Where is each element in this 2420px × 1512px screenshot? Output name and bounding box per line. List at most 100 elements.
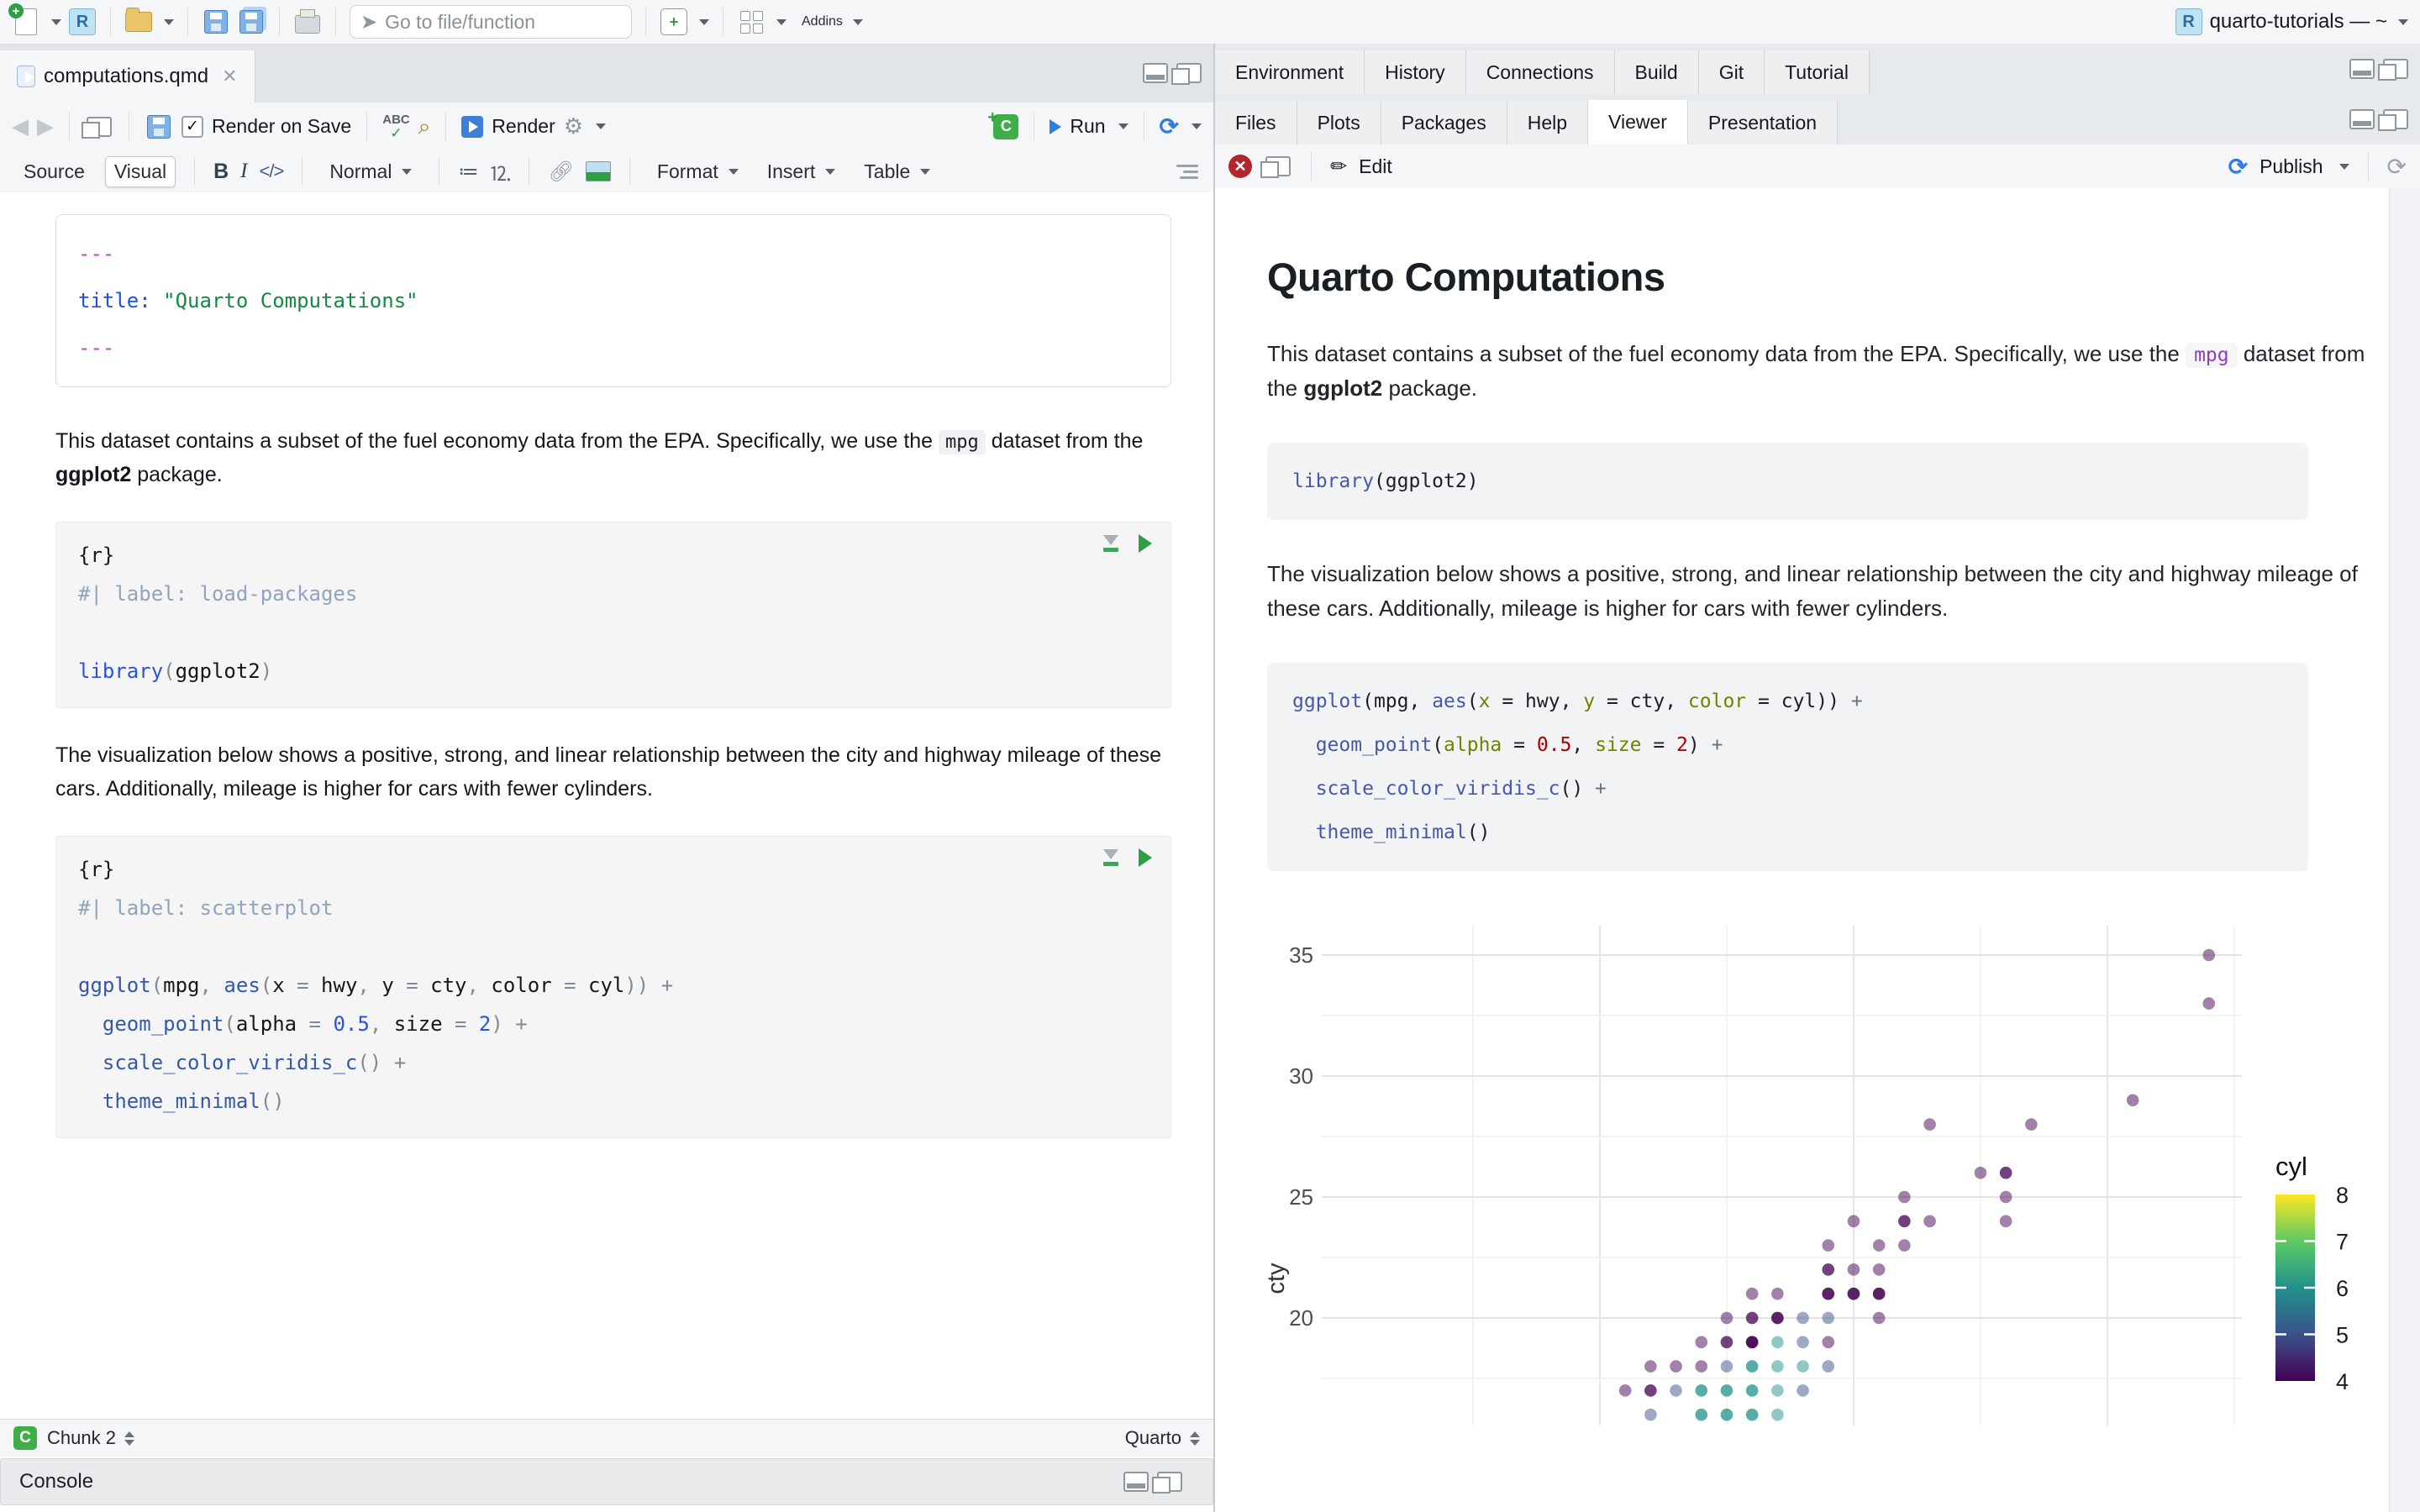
pane-layout-icon[interactable] — [737, 8, 765, 36]
publish-icon[interactable]: ⟳ — [2228, 153, 2248, 181]
console-header[interactable]: Console — [0, 1458, 1213, 1505]
run-chunk-icon[interactable] — [1139, 848, 1152, 867]
tab-presentation[interactable]: Presentation — [1687, 101, 1839, 144]
yaml-block[interactable]: --- title: "Quarto Computations" --- — [55, 214, 1171, 387]
visual-editor-toolbar: Source Visual B I </> Normal ≔ ⒓ 🔗︎ Form… — [0, 150, 1213, 193]
tab-plots[interactable]: Plots — [1297, 101, 1381, 144]
insert-chunk-icon[interactable]: C + — [987, 108, 1019, 139]
svg-text:4: 4 — [2336, 1369, 2349, 1394]
pane-layout-caret[interactable] — [776, 18, 786, 25]
tab-packages[interactable]: Packages — [1381, 101, 1507, 144]
save-doc-icon[interactable] — [145, 113, 173, 141]
svg-text:7: 7 — [2336, 1230, 2349, 1255]
find-replace-icon[interactable]: ⌕ — [418, 113, 431, 140]
source-refresh-caret[interactable] — [1192, 123, 1202, 129]
new-file-icon[interactable]: + — [8, 3, 40, 36]
source-mode-button[interactable]: Source — [15, 157, 93, 186]
tab-connections[interactable]: Connections — [1465, 50, 1615, 94]
close-tab-icon[interactable]: ✕ — [222, 66, 237, 87]
edit-pencil-icon[interactable]: ✏ — [1330, 155, 1347, 179]
paragraph-2[interactable]: The visualization below shows a positive… — [55, 738, 1171, 806]
doc-paragraph-2: The visualization below shows a positive… — [1267, 561, 2358, 622]
format-select-icon[interactable] — [1190, 1431, 1200, 1446]
minimize-console-icon[interactable] — [1123, 1472, 1149, 1492]
chunk-nav-icon[interactable] — [124, 1431, 134, 1446]
tab-computations-qmd[interactable]: computations.qmd ✕ — [0, 50, 255, 102]
bold-icon[interactable]: B — [213, 160, 229, 184]
bullet-list-icon[interactable]: ≔ — [458, 160, 478, 184]
maximize-pane-icon[interactable] — [2378, 109, 2408, 131]
tab-environment[interactable]: Environment — [1215, 50, 1365, 94]
editor-content[interactable]: --- title: "Quarto Computations" --- This … — [0, 192, 1213, 1420]
chunk-position-label[interactable]: Chunk 2 — [47, 1427, 116, 1449]
tab-git[interactable]: Git — [1698, 50, 1765, 94]
doc-format-label[interactable]: Quarto — [1125, 1427, 1181, 1449]
maximize-console-icon[interactable] — [1152, 1472, 1182, 1494]
minimize-pane-icon[interactable] — [2349, 109, 2375, 129]
forward-icon[interactable]: ▶ — [37, 113, 54, 139]
link-icon[interactable]: 🔗︎ — [548, 160, 573, 184]
print-icon[interactable] — [293, 8, 322, 36]
editor-tabstrip: computations.qmd ✕ — [0, 44, 1213, 103]
new-file-caret[interactable] — [51, 18, 61, 25]
source-pane: computations.qmd ✕ ◀ ▶ ✓ Render on Save … — [0, 44, 1215, 1512]
edit-label[interactable]: Edit — [1359, 155, 1392, 178]
render-label[interactable]: Render — [492, 115, 555, 138]
project-menu-caret[interactable] — [2398, 18, 2408, 25]
back-icon[interactable]: ◀ — [12, 113, 29, 139]
maximize-pane-icon[interactable] — [1171, 63, 1202, 85]
render-options-caret[interactable] — [596, 123, 607, 129]
paragraph-1[interactable]: This dataset contains a subset of the fu… — [55, 424, 1171, 491]
refresh-viewer-icon[interactable]: ⟳ — [2387, 153, 2407, 181]
publish-caret[interactable] — [2338, 163, 2349, 170]
run-label[interactable]: Run — [1070, 115, 1105, 138]
goto-file-input[interactable]: ➤ Go to file/function — [350, 5, 632, 39]
minimize-pane-icon[interactable] — [2349, 59, 2375, 79]
tab-history[interactable]: History — [1365, 50, 1466, 94]
tab-viewer[interactable]: Viewer — [1588, 100, 1688, 144]
image-icon[interactable] — [585, 161, 611, 181]
popout-icon[interactable] — [82, 113, 113, 141]
save-all-icon[interactable] — [237, 8, 266, 36]
insert-menu[interactable]: Insert — [759, 157, 844, 186]
tab-tutorial[interactable]: Tutorial — [1765, 50, 1870, 94]
source-column-icon[interactable]: + — [660, 8, 688, 36]
source-refresh-icon[interactable]: ⟳ — [1160, 113, 1179, 140]
project-menu-label[interactable]: quarto-tutorials — ~ — [2210, 10, 2387, 34]
run-chunk-icon[interactable] — [1139, 534, 1152, 553]
new-project-icon[interactable]: R — [68, 8, 97, 36]
spellcheck-icon[interactable]: ABC ✓ — [382, 113, 410, 140]
italic-icon[interactable]: I — [240, 160, 247, 183]
source-column-caret[interactable] — [699, 18, 709, 25]
render-on-save-checkbox[interactable]: ✓ — [182, 115, 203, 138]
outline-icon[interactable] — [1176, 164, 1198, 179]
table-menu[interactable]: Table — [855, 157, 939, 186]
render-icon[interactable] — [461, 115, 484, 138]
publish-label[interactable]: Publish — [2260, 155, 2323, 178]
format-menu[interactable]: Format — [649, 157, 747, 186]
run-icon[interactable] — [1050, 118, 1062, 134]
gear-icon[interactable]: ⚙ — [564, 113, 583, 139]
tab-build[interactable]: Build — [1614, 50, 1699, 94]
visual-mode-button[interactable]: Visual — [104, 155, 176, 187]
save-icon[interactable] — [202, 8, 230, 36]
minimize-pane-icon[interactable] — [1143, 63, 1168, 83]
viewer-content[interactable]: Quarto Computations This dataset contain… — [1215, 188, 2390, 1512]
numbered-list-icon[interactable]: ⒓ — [490, 157, 510, 186]
code-chunk-1[interactable]: {r} #| label: load-packages library(ggplot… — [55, 522, 1171, 708]
run-caret[interactable] — [1118, 123, 1128, 129]
inline-code-icon[interactable]: </> — [260, 160, 285, 182]
code-chunk-2[interactable]: {r} #| label: scatterplot ggplot(mpg, aes(… — [55, 836, 1171, 1138]
addins-menu[interactable]: Addins — [793, 11, 871, 33]
rstudio-window: + R ➤ Go to file/function + Addins R qua… — [0, 0, 2420, 1512]
tab-files[interactable]: Files — [1215, 101, 1297, 144]
run-chunks-above-icon[interactable] — [1103, 535, 1118, 552]
clear-viewer-icon[interactable]: ✕ — [1228, 155, 1252, 178]
maximize-pane-icon[interactable] — [2378, 59, 2408, 81]
paragraph-style-select[interactable]: Normal — [321, 157, 420, 186]
viewer-popout-icon[interactable] — [1260, 152, 1292, 181]
run-chunks-above-icon[interactable] — [1103, 849, 1118, 866]
tab-help[interactable]: Help — [1507, 101, 1589, 144]
open-file-caret[interactable] — [164, 18, 174, 25]
open-file-icon[interactable] — [124, 8, 153, 36]
